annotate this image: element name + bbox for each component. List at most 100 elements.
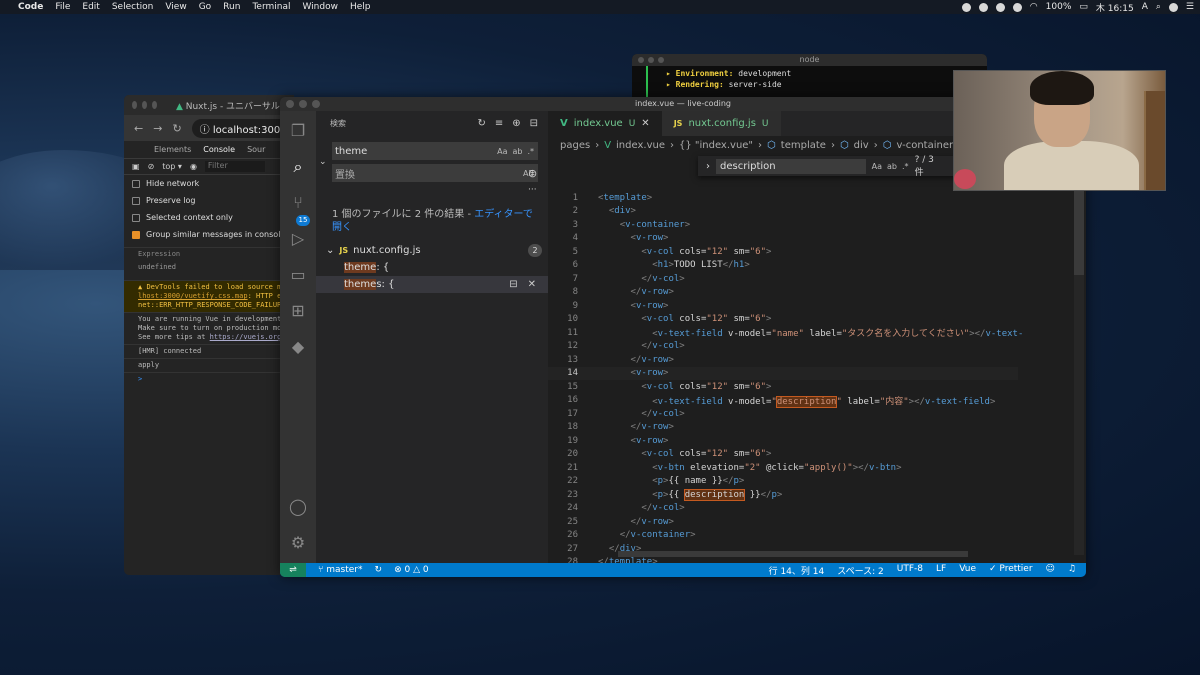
minimize-button[interactable] <box>141 101 147 109</box>
vertical-scrollbar[interactable] <box>1074 155 1084 555</box>
filter-input[interactable]: Filter <box>204 161 265 172</box>
menu-terminal[interactable]: Terminal <box>252 2 290 12</box>
back-icon[interactable]: ← <box>134 122 143 135</box>
toggle-replace-icon[interactable]: › <box>706 161 710 172</box>
code-line[interactable]: 21 <v-btn elevation="2" @click="apply()"… <box>548 461 1018 475</box>
option-group-similar[interactable]: Group similar messages in console <box>124 226 294 243</box>
replace-all-icon[interactable]: ⊜ <box>528 167 537 180</box>
find-input[interactable]: description <box>716 158 866 174</box>
breadcrumb-item[interactable]: pages <box>560 140 590 151</box>
run-debug-icon[interactable]: ▷ <box>288 229 308 249</box>
devtools-tab-elements[interactable]: Elements <box>154 145 191 154</box>
option-selected-context[interactable]: Selected context only <box>124 209 294 226</box>
regex-toggle[interactable]: .* <box>527 147 534 156</box>
source-map-link[interactable]: lhost:3000/vuetify.css.map <box>138 292 248 300</box>
option-hide-network[interactable]: Hide network <box>124 175 294 192</box>
code-line[interactable]: 3 <v-container> <box>548 218 1018 232</box>
status-icon[interactable] <box>995 2 1005 12</box>
explorer-icon[interactable]: ❐ <box>288 121 308 141</box>
control-center-icon[interactable]: ☰ <box>1186 2 1194 12</box>
code-line[interactable]: 14 <v-row> <box>548 366 1018 380</box>
search-match[interactable]: theme: { <box>316 259 548 276</box>
checkbox[interactable] <box>132 196 140 205</box>
wifi-icon[interactable]: ◠ <box>1030 2 1038 12</box>
menu-selection[interactable]: Selection <box>112 2 153 12</box>
checkbox[interactable] <box>132 179 140 188</box>
spotlight-icon[interactable]: ⌕ <box>1156 2 1161 12</box>
extensions-icon[interactable]: ⊞ <box>288 301 308 321</box>
tab-index-vue[interactable]: V index.vue U ✕ <box>548 111 662 136</box>
forward-icon[interactable]: → <box>153 122 162 135</box>
devtools-tab-sources[interactable]: Sour <box>247 145 265 154</box>
status-icon[interactable] <box>1012 2 1022 12</box>
zoom-button[interactable] <box>151 101 157 109</box>
code-line[interactable]: 26 </v-container> <box>548 529 1018 543</box>
tab-nuxt-config[interactable]: JS nuxt.config.js U <box>661 111 781 136</box>
code-line[interactable]: 1 <template> <box>548 191 1018 205</box>
code-line[interactable]: 9 <v-row> <box>548 299 1018 313</box>
sidebar-toggle-icon[interactable]: ▣ <box>132 162 140 171</box>
encoding[interactable]: UTF-8 <box>897 564 923 577</box>
code-line[interactable]: 20 <v-col cols="12" sm="6"> <box>548 448 1018 462</box>
context-selector[interactable]: top ▾ <box>162 162 182 171</box>
match-case-toggle[interactable]: Aa <box>872 162 882 171</box>
code-line[interactable]: 12 </v-col> <box>548 340 1018 354</box>
code-line[interactable]: 25 </v-row> <box>548 515 1018 529</box>
dismiss-icon[interactable]: ✕ <box>528 279 536 290</box>
menu-file[interactable]: File <box>55 2 70 12</box>
collapse-all-icon[interactable]: ⊟ <box>530 118 538 129</box>
breadcrumb-item[interactable]: v-container <box>896 140 953 151</box>
checkbox-checked[interactable] <box>132 230 140 239</box>
menu-view[interactable]: View <box>165 2 186 12</box>
account-icon[interactable]: ◯ <box>288 497 308 517</box>
docker-icon[interactable]: ◆ <box>288 337 308 357</box>
code-editor[interactable]: 1 <template> 2 <div> 3 <v-container> 4 <v-ro… <box>548 191 1023 569</box>
code-line[interactable]: 10 <v-col cols="12" sm="6"> <box>548 313 1018 327</box>
menu-run[interactable]: Run <box>223 2 240 12</box>
gear-icon[interactable]: ⚙ <box>288 533 308 553</box>
more-options-icon[interactable]: ··· <box>528 185 537 195</box>
code-line[interactable]: 2 <div> <box>548 205 1018 219</box>
source-control-icon[interactable]: ⑂ <box>288 193 308 213</box>
horizontal-scrollbar[interactable] <box>618 551 968 557</box>
breadcrumb-item[interactable]: index.vue <box>616 140 665 151</box>
devtools-tab-console[interactable]: Console <box>203 145 235 154</box>
remote-indicator[interactable]: ⇌ <box>280 563 306 577</box>
close-button[interactable] <box>132 101 137 109</box>
remote-explorer-icon[interactable]: ▭ <box>288 265 308 285</box>
end-of-line[interactable]: LF <box>936 564 946 577</box>
feedback-icon[interactable]: ☺ <box>1046 564 1055 577</box>
code-line[interactable]: 4 <v-row> <box>548 232 1018 246</box>
menu-help[interactable]: Help <box>350 2 371 12</box>
search-icon[interactable]: ⌕ <box>288 157 308 177</box>
regex-toggle[interactable]: .* <box>902 162 909 171</box>
menu-edit[interactable]: Edit <box>82 2 99 12</box>
battery-percent[interactable]: 100% <box>1046 2 1072 12</box>
eye-icon[interactable]: ◉ <box>190 162 197 171</box>
prettier-status[interactable]: ✓ Prettier <box>989 564 1033 577</box>
cursor-position[interactable]: 行 14、列 14 <box>769 564 825 577</box>
menu-app-name[interactable]: Code <box>18 2 43 12</box>
toggle-replace-icon[interactable]: ⌄ <box>319 157 327 167</box>
replace-icon[interactable]: ⊟ <box>509 279 517 290</box>
language-mode[interactable]: Vue <box>959 564 976 577</box>
reload-icon[interactable]: ↻ <box>172 122 181 135</box>
code-line[interactable]: 22 <p>{{ name }}</p> <box>548 475 1018 489</box>
code-line[interactable]: 24 </v-col> <box>548 502 1018 516</box>
url-field[interactable]: ⓘ localhost:3000 <box>191 118 294 138</box>
clear-results-icon[interactable]: ≡ <box>495 118 503 129</box>
clear-console-icon[interactable]: ⊘ <box>148 162 155 171</box>
code-line[interactable]: 16 <v-text-field v-model="description" l… <box>548 394 1018 408</box>
menu-window[interactable]: Window <box>302 2 338 12</box>
close-icon[interactable]: ✕ <box>641 118 649 129</box>
live-expression-label[interactable]: Expression <box>124 247 294 261</box>
code-line[interactable]: 7 </v-col> <box>548 272 1018 286</box>
code-line[interactable]: 6 <h1>TODO LIST</h1> <box>548 259 1018 273</box>
browser-tab[interactable]: ▲ Nuxt.js - ユニバーサル Vu <box>176 99 294 112</box>
new-search-editor-icon[interactable]: ⊕ <box>512 118 520 129</box>
sync-icon[interactable]: ↻ <box>375 565 383 575</box>
replace-input[interactable]: 置換 AB <box>332 164 538 182</box>
battery-icon[interactable]: ▭ <box>1079 2 1088 12</box>
console-prompt[interactable]: > <box>124 372 294 386</box>
code-line[interactable]: 19 <v-row> <box>548 434 1018 448</box>
